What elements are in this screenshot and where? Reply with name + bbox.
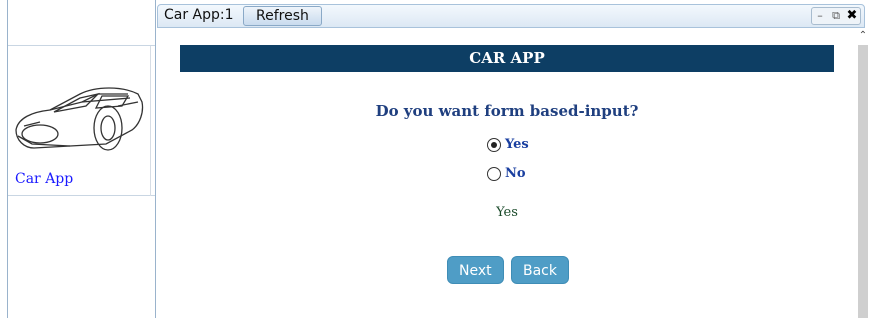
- selected-value-text: Yes: [496, 205, 518, 220]
- radio-no-label[interactable]: No: [505, 166, 526, 181]
- app-header: CAR APP: [180, 45, 834, 72]
- radio-option-no[interactable]: No: [487, 166, 526, 181]
- restore-icon[interactable]: ⧉: [828, 8, 844, 24]
- radio-no-button[interactable]: [487, 166, 501, 181]
- radio-yes-label[interactable]: Yes: [505, 137, 529, 152]
- car-icon: [15, 87, 144, 151]
- minimize-icon[interactable]: –: [812, 8, 828, 24]
- left-panel: Car App: [7, 0, 156, 318]
- radio-option-yes[interactable]: Yes: [487, 137, 529, 152]
- form-question: Do you want form based-input?: [375, 102, 639, 120]
- sidebar-app-label[interactable]: Car App: [15, 171, 73, 187]
- tile-divider: [150, 46, 151, 196]
- close-icon[interactable]: ✖: [844, 8, 860, 24]
- window-title: Car App:1: [164, 7, 234, 23]
- window-titlebar: Car App:1 Refresh – ⧉ ✖: [157, 4, 865, 28]
- next-button[interactable]: Next: [447, 256, 504, 284]
- vertical-scrollbar[interactable]: ⌃: [857, 29, 869, 318]
- scroll-thumb[interactable]: [858, 45, 868, 318]
- radio-yes-button[interactable]: [487, 137, 501, 152]
- sidebar-app-car[interactable]: Car App: [8, 46, 155, 196]
- main-content: CAR APP Do you want form based-input? Ye…: [157, 29, 857, 318]
- back-button[interactable]: Back: [511, 256, 569, 284]
- left-panel-top: [8, 0, 155, 46]
- refresh-button[interactable]: Refresh: [243, 6, 322, 26]
- window-controls: – ⧉ ✖: [811, 7, 861, 25]
- scroll-up-arrow-icon[interactable]: ⌃: [857, 29, 869, 43]
